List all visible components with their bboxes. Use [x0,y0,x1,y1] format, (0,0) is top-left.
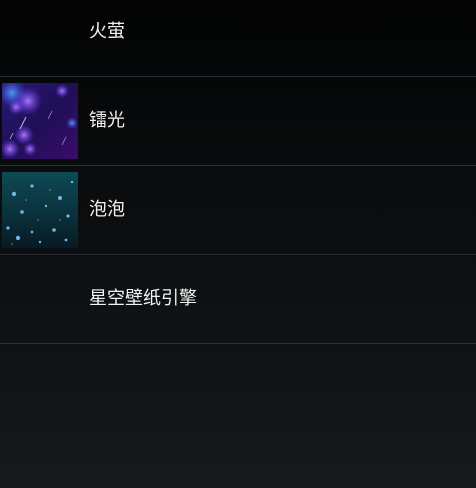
list-item-bubbles[interactable]: 泡泡 [0,166,476,255]
list-item-label: 镭光 [89,110,125,131]
list-item-label: 星空壁纸引擎 [89,288,197,309]
list-item-label: 火萤 [89,21,125,42]
laser-thumbnail-icon [2,83,78,159]
list-item-laser[interactable]: 镭光 [0,77,476,166]
live-wallpaper-list: 火萤 镭光 泡泡 星空壁纸引擎 [0,0,476,344]
bubbles-thumbnail-icon [2,172,78,248]
list-item-label: 泡泡 [89,199,125,220]
list-item-starry-sky-engine[interactable]: 星空壁纸引擎 [0,255,476,344]
list-item-firefly[interactable]: 火萤 [0,0,476,77]
